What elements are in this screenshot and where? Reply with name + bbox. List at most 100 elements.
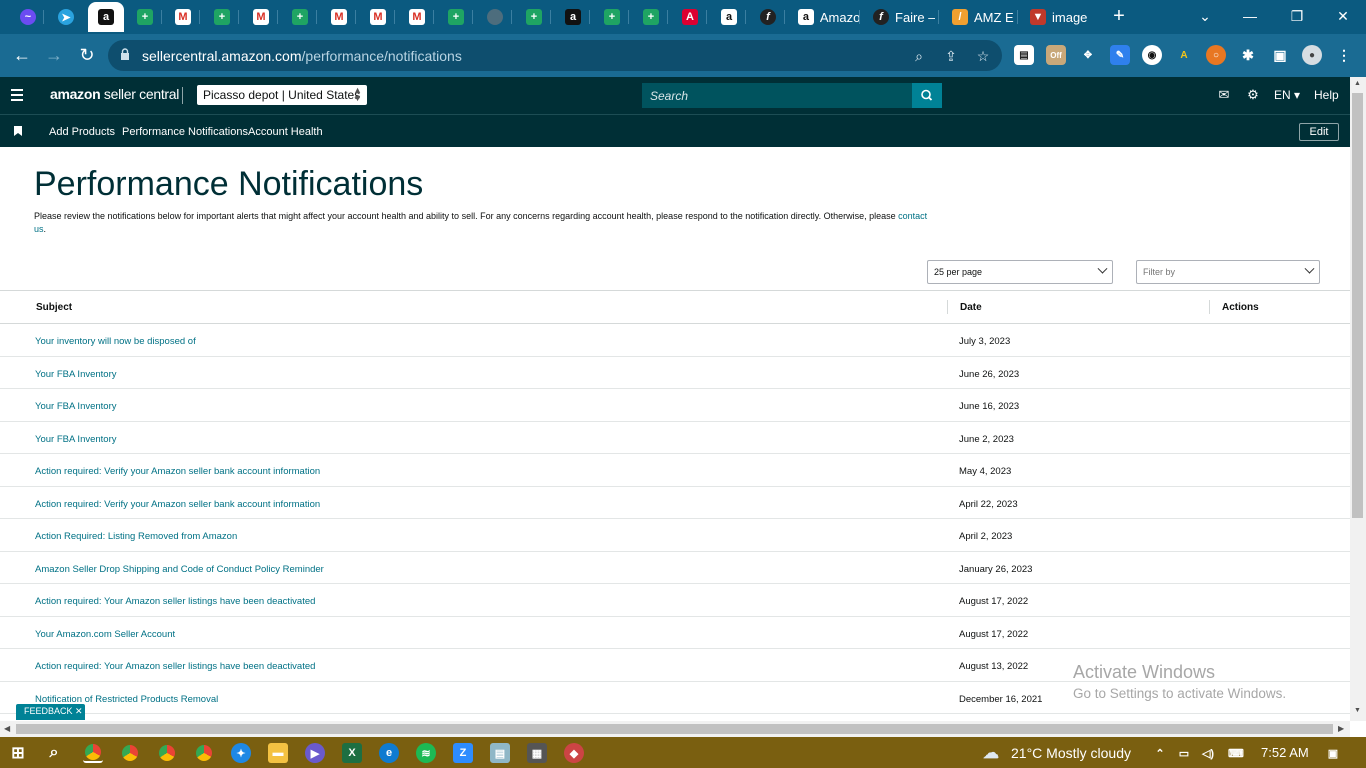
forward-icon[interactable]: →	[43, 44, 65, 66]
minimize-icon[interactable]: —	[1238, 4, 1262, 28]
notification-subject-link[interactable]: Your inventory will now be disposed of	[35, 336, 196, 347]
notification-subject-link[interactable]: Your Amazon.com Seller Account	[35, 629, 175, 640]
url-field[interactable]: sellercentral.amazon.com/performance/not…	[108, 40, 1002, 71]
seller-central-logo[interactable]: amazon seller central	[50, 86, 179, 102]
notification-subject-link[interactable]: Action required: Your Amazon seller list…	[35, 596, 315, 607]
vertical-scrollbar[interactable]: ▲ ▼	[1350, 77, 1366, 721]
tab-gmail-1[interactable]: M	[166, 2, 200, 32]
scroll-thumb[interactable]	[16, 724, 1333, 734]
new-tab-button[interactable]: +	[1108, 6, 1130, 28]
tab-sheets-4[interactable]: +	[439, 2, 473, 32]
mail-icon[interactable]: ✉	[1216, 87, 1232, 103]
settings-gear-icon[interactable]: ⚙	[1245, 87, 1261, 103]
tab-gmail-4[interactable]: M	[361, 2, 395, 32]
per-page-select[interactable]: 25 per page	[927, 260, 1113, 284]
app-icon[interactable]: ✦	[231, 743, 251, 763]
notepad-icon[interactable]: ▤	[490, 743, 510, 763]
tab-amazon-4[interactable]: a Amazo	[788, 2, 860, 32]
nav-add-products[interactable]: Add Products	[49, 126, 115, 138]
extension-icon[interactable]: ✎	[1110, 45, 1130, 65]
language-selector[interactable]: EN ▾	[1274, 88, 1300, 102]
clock-time[interactable]: 7:52 AM	[1261, 745, 1309, 760]
tab-faire-1[interactable]: f	[751, 2, 785, 32]
notifications-icon[interactable]: ▣	[1323, 743, 1343, 763]
spotify-icon[interactable]: ≋	[416, 743, 436, 763]
tab-sheets-1[interactable]: +	[128, 2, 162, 32]
extension-icon[interactable]: ○	[1206, 45, 1226, 65]
filter-select[interactable]: Filter by	[1136, 260, 1320, 284]
chrome-icon[interactable]	[83, 743, 103, 763]
tab-globe[interactable]	[478, 2, 512, 32]
notification-subject-link[interactable]: Action required: Verify your Amazon sell…	[35, 499, 320, 510]
hamburger-menu-icon[interactable]	[11, 89, 23, 101]
tab-gmail-3[interactable]: M	[322, 2, 356, 32]
notification-subject-link[interactable]: Your FBA Inventory	[35, 401, 117, 412]
tab-angular[interactable]: A	[673, 2, 707, 32]
zoom-icon[interactable]: ⌕	[910, 47, 928, 65]
sidepanel-icon[interactable]: ▣	[1270, 45, 1290, 65]
weather-text[interactable]: 21°C Mostly cloudy	[1011, 745, 1131, 761]
menu-kebab-icon[interactable]: ⋮	[1334, 45, 1354, 65]
tab-amz[interactable]: / AMZ E	[942, 2, 1018, 32]
tab-amazon-active[interactable]: a	[88, 2, 124, 32]
extension-icon[interactable]: A	[1174, 45, 1194, 65]
weather-cloud-icon[interactable]: ☁	[979, 743, 1003, 763]
restore-icon[interactable]: ❐	[1285, 4, 1309, 28]
nav-account-health[interactable]: Account Health	[248, 126, 323, 138]
scroll-down-icon[interactable]: ▼	[1354, 707, 1361, 714]
tab-sheets-7[interactable]: +	[634, 2, 668, 32]
puzzle-icon[interactable]: ✱	[1238, 45, 1258, 65]
tab-gmail-2[interactable]: M	[244, 2, 278, 32]
edge-icon[interactable]: e	[379, 743, 399, 763]
tab-amazon-2[interactable]: a	[556, 2, 590, 32]
nav-performance-notifications[interactable]: Performance Notifications	[122, 126, 248, 138]
file-explorer-icon[interactable]: ▬	[268, 743, 288, 763]
extension-icon[interactable]: ▤	[1014, 45, 1034, 65]
calculator-icon[interactable]: ▦	[527, 743, 547, 763]
notification-subject-link[interactable]: Amazon Seller Drop Shipping and Code of …	[35, 564, 324, 575]
tab-gmail-5[interactable]: M	[400, 2, 434, 32]
tab-sheets-2[interactable]: +	[205, 2, 239, 32]
store-selector[interactable]: Picasso depot | United States ▲ ▼	[197, 85, 367, 105]
notification-subject-link[interactable]: Action Required: Listing Removed from Am…	[35, 531, 237, 542]
volume-icon[interactable]: ◁)	[1198, 743, 1218, 763]
scroll-left-icon[interactable]: ◀	[4, 724, 10, 733]
tab-sheets-5[interactable]: +	[517, 2, 551, 32]
edit-button[interactable]: Edit	[1299, 123, 1339, 141]
close-icon[interactable]: ✕	[1331, 4, 1355, 28]
notification-subject-link[interactable]: Your FBA Inventory	[35, 434, 117, 445]
tab-amazon-3[interactable]: a	[712, 2, 746, 32]
tab-image[interactable]: ▼ image	[1020, 2, 1096, 32]
excel-icon[interactable]: X	[342, 743, 362, 763]
tab-search-icon[interactable]: ⌄	[1193, 4, 1217, 28]
reload-icon[interactable]: ↻	[76, 44, 98, 66]
extension-icon[interactable]: ✥	[1078, 45, 1098, 65]
tab-sheets-3[interactable]: +	[283, 2, 317, 32]
extension-off-icon[interactable]: Off	[1046, 45, 1066, 65]
notification-subject-link[interactable]: Your FBA Inventory	[35, 369, 117, 380]
chevron-up-icon[interactable]: ⌃	[1150, 743, 1170, 763]
tab-messenger[interactable]: ~	[12, 2, 44, 32]
bookmark-star-icon[interactable]: ☆	[974, 47, 992, 65]
chrome-icon[interactable]	[157, 743, 177, 763]
search-button[interactable]	[912, 83, 942, 108]
scroll-up-icon[interactable]: ▲	[1354, 80, 1361, 87]
chrome-icon[interactable]	[120, 743, 140, 763]
tab-telegram[interactable]: ➤	[50, 2, 82, 32]
search-input[interactable]: Search	[642, 83, 912, 108]
keyboard-icon[interactable]: ⌨	[1224, 743, 1248, 763]
tab-sheets-6[interactable]: +	[595, 2, 629, 32]
notification-subject-link[interactable]: Action required: Verify your Amazon sell…	[35, 466, 320, 477]
extension-icon[interactable]: ◉	[1142, 45, 1162, 65]
app-icon[interactable]: ◆	[564, 743, 584, 763]
chrome-icon[interactable]	[194, 743, 214, 763]
bookmark-icon[interactable]	[14, 126, 22, 136]
notification-subject-link[interactable]: Notification of Restricted Products Remo…	[35, 694, 218, 705]
network-icon[interactable]: ▭	[1174, 743, 1194, 763]
feedback-button[interactable]: FEEDBACK ✕	[16, 704, 85, 720]
zoom-icon[interactable]: Z	[453, 743, 473, 763]
scroll-thumb[interactable]	[1352, 93, 1363, 518]
windows-start-icon[interactable]: ⊞	[8, 743, 28, 763]
share-icon[interactable]: ⇪	[942, 47, 960, 65]
tab-faire-2[interactable]: f Faire –	[863, 2, 939, 32]
